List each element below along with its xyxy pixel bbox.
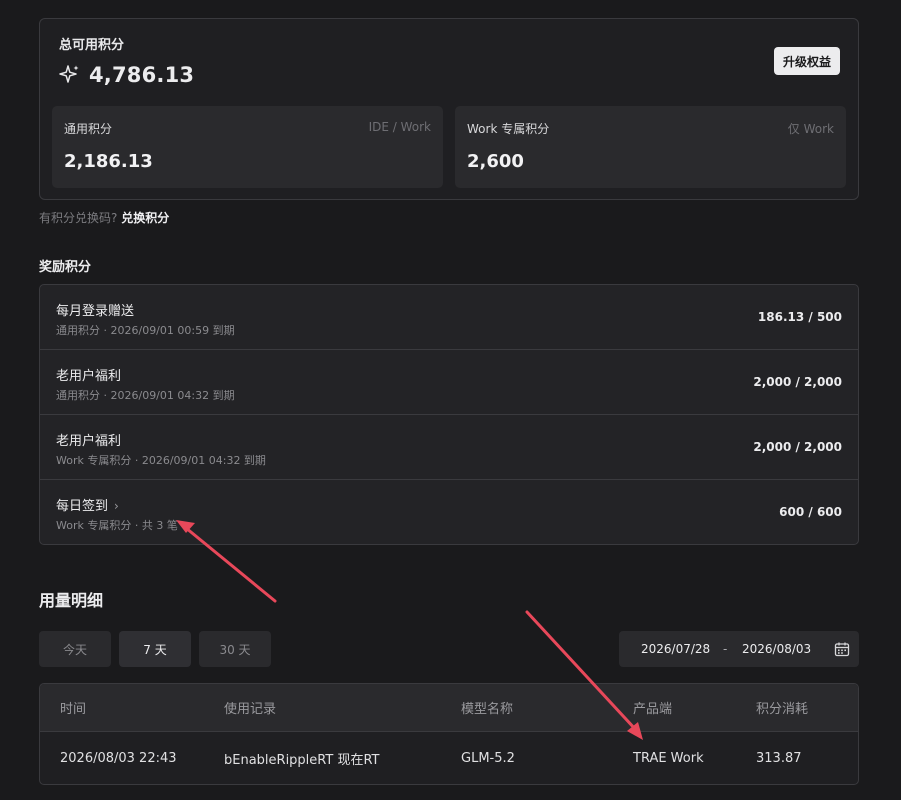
calendar-icon[interactable] bbox=[834, 641, 850, 657]
table-row: 2026/08/03 22:43 bEnableRippleRT 现在RT GL… bbox=[40, 732, 858, 784]
date-end[interactable]: 2026/08/03 bbox=[742, 642, 811, 656]
tab-7-days[interactable]: 7 天 bbox=[119, 631, 191, 667]
redeem-link[interactable]: 兑换积分 bbox=[121, 211, 169, 225]
tab-today[interactable]: 今天 bbox=[39, 631, 111, 667]
column-header: 积分消耗 bbox=[756, 702, 809, 717]
usage-section-title: 用量明细 bbox=[39, 591, 104, 610]
tab-30-days[interactable]: 30 天 bbox=[199, 631, 271, 667]
reward-name: 老用户福利 bbox=[56, 369, 122, 384]
reward-amount: 186.13 / 500 bbox=[757, 310, 842, 324]
total-points-label: 总可用积分 bbox=[59, 38, 125, 53]
general-points-value: 2,186.13 bbox=[64, 151, 153, 172]
reward-meta: 通用积分 · 2026/09/01 00:59 到期 bbox=[56, 324, 235, 337]
usage-table: 时间 使用记录 模型名称 产品端 积分消耗 2026/08/03 22:43 b… bbox=[39, 683, 859, 785]
reward-name-with-chevron[interactable]: 每日签到 › bbox=[56, 495, 119, 514]
reward-item-daily-checkin[interactable]: 每日签到 › Work 专属积分 · 共 3 笔 600 / 600 bbox=[40, 480, 858, 544]
reward-item: 老用户福利 Work 专属积分 · 2026/09/01 04:32 到期 2,… bbox=[40, 415, 858, 480]
table-cell: 313.87 bbox=[756, 750, 802, 766]
column-header: 时间 bbox=[60, 702, 87, 717]
chevron-right-icon: › bbox=[114, 499, 119, 513]
total-points-card: 总可用积分 4,786.13 升级权益 通用积分 IDE / Work 2,18… bbox=[39, 18, 859, 200]
column-header: 模型名称 bbox=[461, 702, 514, 717]
reward-name: 老用户福利 bbox=[56, 434, 122, 449]
date-start[interactable]: 2026/07/28 bbox=[641, 642, 710, 656]
general-points-card: 通用积分 IDE / Work 2,186.13 bbox=[52, 106, 443, 188]
table-header: 时间 使用记录 模型名称 产品端 积分消耗 bbox=[40, 684, 858, 732]
rewards-list: 每月登录赠送 通用积分 · 2026/09/01 00:59 到期 186.13… bbox=[39, 284, 859, 545]
table-cell: 2026/08/03 22:43 bbox=[60, 750, 177, 766]
reward-item: 老用户福利 通用积分 · 2026/09/01 04:32 到期 2,000 /… bbox=[40, 350, 858, 415]
column-header: 使用记录 bbox=[224, 702, 277, 717]
reward-meta: Work 专属积分 · 共 3 笔 bbox=[56, 519, 178, 532]
reward-amount: 600 / 600 bbox=[779, 505, 842, 519]
work-points-card: Work 专属积分 仅 Work 2,600 bbox=[455, 106, 846, 188]
reward-name: 每月登录赠送 bbox=[56, 304, 135, 319]
total-points-value: 4,786.13 bbox=[89, 63, 195, 87]
table-cell: bEnableRippleRT 现在RT bbox=[224, 752, 380, 768]
upgrade-button[interactable]: 升级权益 bbox=[773, 47, 840, 75]
reward-meta: Work 专属积分 · 2026/09/01 04:32 到期 bbox=[56, 454, 266, 467]
reward-item: 每月登录赠送 通用积分 · 2026/09/01 00:59 到期 186.13… bbox=[40, 285, 858, 350]
date-range-picker[interactable]: 2026/07/28 - 2026/08/03 bbox=[619, 631, 859, 667]
general-points-tag: IDE / Work bbox=[368, 120, 431, 134]
redeem-question: 有积分兑换码? bbox=[39, 211, 118, 225]
redeem-line: 有积分兑换码? 兑换积分 bbox=[39, 209, 169, 226]
rewards-section-title: 奖励积分 bbox=[39, 260, 92, 275]
sparkle-icon bbox=[59, 64, 81, 86]
column-header: 产品端 bbox=[633, 702, 673, 717]
work-points-value: 2,600 bbox=[467, 151, 524, 172]
total-points-row: 4,786.13 bbox=[59, 63, 194, 87]
reward-name: 每日签到 bbox=[56, 499, 109, 514]
table-cell: TRAE Work bbox=[633, 750, 704, 766]
reward-amount: 2,000 / 2,000 bbox=[753, 375, 842, 389]
table-cell: GLM-5.2 bbox=[461, 750, 515, 766]
reward-amount: 2,000 / 2,000 bbox=[753, 440, 842, 454]
reward-meta: 通用积分 · 2026/09/01 04:32 到期 bbox=[56, 389, 235, 402]
work-points-tag: 仅 Work bbox=[787, 122, 834, 136]
general-points-title: 通用积分 bbox=[64, 122, 113, 136]
date-separator: - bbox=[723, 642, 728, 656]
work-points-title: Work 专属积分 bbox=[467, 122, 550, 136]
